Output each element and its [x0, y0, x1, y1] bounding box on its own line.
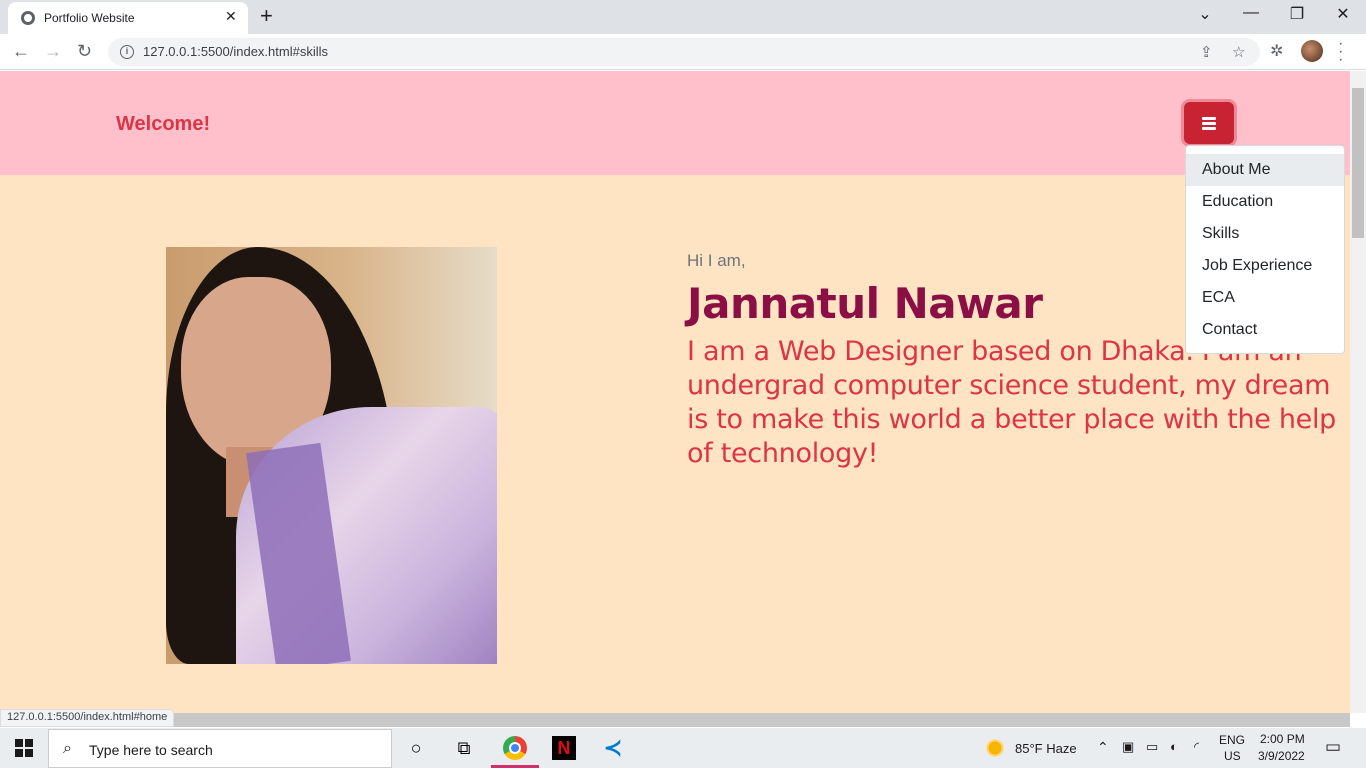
new-tab-button[interactable]: +: [260, 4, 273, 28]
menu-icon[interactable]: · · ·: [1338, 36, 1343, 68]
menu-item-contact[interactable]: Contact: [1186, 314, 1344, 346]
info-icon[interactable]: i: [120, 45, 134, 59]
close-window-button[interactable]: ✕: [1320, 4, 1366, 24]
close-icon[interactable]: ✕: [225, 8, 237, 25]
chevron-up-icon[interactable]: ⌃: [1097, 739, 1109, 756]
vertical-scroll-thumb[interactable]: [1352, 88, 1364, 238]
tab-title: Portfolio Website: [44, 11, 135, 25]
tab-strip: Portfolio Website ✕ + ⌄ — ❐ ✕: [0, 0, 1366, 34]
menu-item-skills[interactable]: Skills: [1186, 218, 1344, 250]
menu-item-job-experience[interactable]: Job Experience: [1186, 250, 1344, 282]
menu-item-about-me[interactable]: About Me: [1186, 154, 1344, 186]
forward-icon[interactable]: →: [44, 41, 62, 62]
task-view-icon[interactable]: ⧉: [452, 736, 476, 760]
globe-icon: [21, 11, 35, 25]
hamburger-icon: [1202, 117, 1216, 120]
profile-photo: [166, 247, 497, 664]
taskbar: ⌕ Type here to search ○ ⧉ N ≺ 85°F Haze …: [0, 728, 1366, 768]
reload-icon[interactable]: ↻: [77, 41, 92, 62]
url-text[interactable]: 127.0.0.1:5500/index.html#skills: [143, 44, 328, 59]
brand[interactable]: Welcome!: [116, 113, 210, 136]
page-title: Jannatul Nawar: [687, 279, 1043, 328]
language-top[interactable]: ENG: [1219, 733, 1245, 747]
page-viewport: Welcome! Hi I am, Jannatul Nawar I am a …: [0, 71, 1350, 713]
search-input[interactable]: Type here to search: [89, 742, 213, 758]
restore-button[interactable]: ❐: [1274, 4, 1320, 24]
cortana-icon[interactable]: ○: [404, 736, 428, 760]
speaker-muted-icon[interactable]: ◐: [1170, 739, 1178, 754]
hamburger-button[interactable]: [1184, 102, 1234, 144]
star-icon[interactable]: ☆: [1232, 43, 1245, 61]
bio-text: I am a Web Designer based on Dhaka. I am…: [687, 336, 1337, 469]
windows-start-icon[interactable]: [15, 739, 33, 757]
back-icon[interactable]: ←: [12, 41, 30, 62]
horizontal-scrollbar[interactable]: [0, 713, 1350, 727]
extensions-icon[interactable]: ✲: [1270, 41, 1283, 61]
avatar[interactable]: [1301, 40, 1323, 62]
menu-item-education[interactable]: Education: [1186, 186, 1344, 218]
clock-time[interactable]: 2:00 PM: [1260, 732, 1305, 746]
chrome-icon[interactable]: [503, 736, 527, 760]
navbar: Welcome!: [0, 71, 1350, 175]
weather-text[interactable]: 85°F Haze: [1015, 741, 1077, 756]
netflix-icon[interactable]: N: [552, 736, 576, 760]
address-bar[interactable]: i 127.0.0.1:5500/index.html#skills ⇪ ☆: [108, 38, 1260, 66]
menu-item-eca[interactable]: ECA: [1186, 282, 1344, 314]
meet-icon[interactable]: ▣: [1122, 739, 1134, 755]
notification-icon[interactable]: ▭: [1325, 737, 1341, 757]
nav-dropdown-menu: About Me Education Skills Job Experience…: [1185, 145, 1345, 354]
clock-date[interactable]: 3/9/2022: [1258, 749, 1305, 763]
browser-toolbar: ← → ↻ i 127.0.0.1:5500/index.html#skills…: [0, 34, 1366, 70]
search-icon: ⌕: [63, 740, 72, 757]
weather-icon[interactable]: [985, 738, 1005, 758]
vscode-icon[interactable]: ≺: [601, 736, 625, 760]
chevron-down-icon[interactable]: ⌄: [1182, 4, 1228, 24]
share-icon[interactable]: ⇪: [1200, 43, 1213, 61]
language-bottom[interactable]: US: [1224, 749, 1241, 763]
minimize-button[interactable]: —: [1228, 4, 1274, 22]
taskbar-search[interactable]: ⌕ Type here to search: [48, 729, 392, 768]
battery-icon[interactable]: ▭: [1146, 739, 1158, 755]
wifi-icon[interactable]: ◜: [1194, 739, 1199, 755]
status-url: 127.0.0.1:5500/index.html#home: [0, 709, 175, 727]
browser-tab[interactable]: Portfolio Website ✕: [8, 2, 248, 34]
greeting: Hi I am,: [687, 251, 746, 270]
